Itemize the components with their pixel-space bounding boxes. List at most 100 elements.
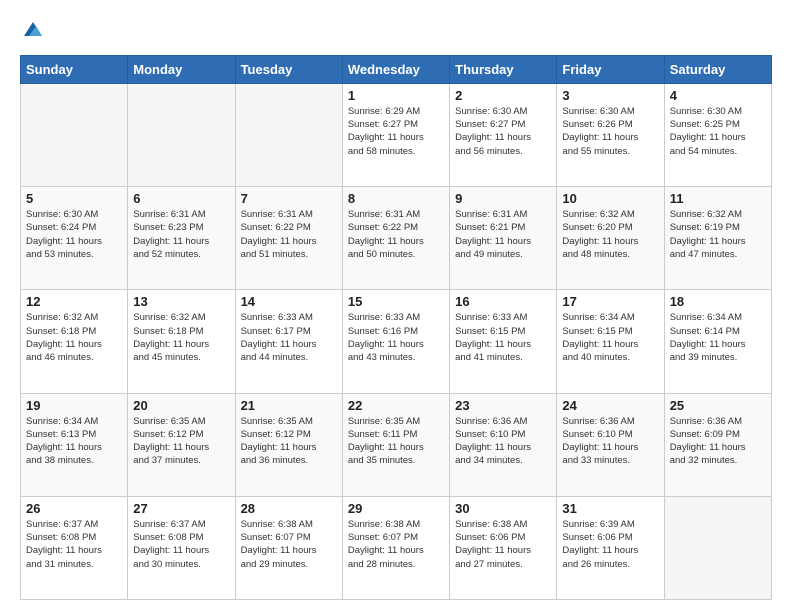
logo-icon [22, 18, 44, 40]
day-number: 11 [670, 191, 766, 206]
day-info: Sunrise: 6:37 AM Sunset: 6:08 PM Dayligh… [133, 518, 229, 571]
day-number: 3 [562, 88, 658, 103]
day-info: Sunrise: 6:38 AM Sunset: 6:07 PM Dayligh… [241, 518, 337, 571]
day-info: Sunrise: 6:30 AM Sunset: 6:25 PM Dayligh… [670, 105, 766, 158]
day-number: 23 [455, 398, 551, 413]
calendar-cell: 13 Sunrise: 6:32 AM Sunset: 6:18 PM Dayli… [128, 290, 235, 393]
calendar-cell: 14 Sunrise: 6:33 AM Sunset: 6:17 PM Dayli… [235, 290, 342, 393]
day-info: Sunrise: 6:39 AM Sunset: 6:06 PM Dayligh… [562, 518, 658, 571]
calendar-cell: 2 Sunrise: 6:30 AM Sunset: 6:27 PM Daylig… [450, 83, 557, 186]
calendar-cell [21, 83, 128, 186]
weekday-header-row: SundayMondayTuesdayWednesdayThursdayFrid… [21, 55, 772, 83]
day-info: Sunrise: 6:31 AM Sunset: 6:21 PM Dayligh… [455, 208, 551, 261]
day-info: Sunrise: 6:34 AM Sunset: 6:15 PM Dayligh… [562, 311, 658, 364]
day-number: 31 [562, 501, 658, 516]
day-info: Sunrise: 6:31 AM Sunset: 6:23 PM Dayligh… [133, 208, 229, 261]
day-info: Sunrise: 6:30 AM Sunset: 6:24 PM Dayligh… [26, 208, 122, 261]
day-number: 14 [241, 294, 337, 309]
calendar-cell: 30 Sunrise: 6:38 AM Sunset: 6:06 PM Dayli… [450, 496, 557, 599]
day-info: Sunrise: 6:30 AM Sunset: 6:26 PM Dayligh… [562, 105, 658, 158]
day-info: Sunrise: 6:32 AM Sunset: 6:18 PM Dayligh… [26, 311, 122, 364]
day-number: 12 [26, 294, 122, 309]
day-info: Sunrise: 6:35 AM Sunset: 6:12 PM Dayligh… [133, 415, 229, 468]
calendar-cell: 26Sunrise: 6:37 AM Sunset: 6:08 PM Dayli… [21, 496, 128, 599]
day-info: Sunrise: 6:29 AM Sunset: 6:27 PM Dayligh… [348, 105, 444, 158]
header [20, 18, 772, 45]
day-info: Sunrise: 6:33 AM Sunset: 6:16 PM Dayligh… [348, 311, 444, 364]
calendar-cell: 12 Sunrise: 6:32 AM Sunset: 6:18 PM Dayli… [21, 290, 128, 393]
logo [20, 18, 44, 45]
calendar-cell: 25 Sunrise: 6:36 AM Sunset: 6:09 PM Dayli… [664, 393, 771, 496]
calendar-cell: 28 Sunrise: 6:38 AM Sunset: 6:07 PM Dayli… [235, 496, 342, 599]
day-info: Sunrise: 6:38 AM Sunset: 6:07 PM Dayligh… [348, 518, 444, 571]
day-info: Sunrise: 6:34 AM Sunset: 6:14 PM Dayligh… [670, 311, 766, 364]
day-number: 17 [562, 294, 658, 309]
day-number: 4 [670, 88, 766, 103]
day-info: Sunrise: 6:36 AM Sunset: 6:10 PM Dayligh… [562, 415, 658, 468]
day-number: 10 [562, 191, 658, 206]
calendar-cell: 18 Sunrise: 6:34 AM Sunset: 6:14 PM Dayli… [664, 290, 771, 393]
weekday-header-wednesday: Wednesday [342, 55, 449, 83]
week-row-1: 1Sunrise: 6:29 AM Sunset: 6:27 PM Daylig… [21, 83, 772, 186]
day-number: 13 [133, 294, 229, 309]
day-info: Sunrise: 6:35 AM Sunset: 6:12 PM Dayligh… [241, 415, 337, 468]
day-number: 18 [670, 294, 766, 309]
day-info: Sunrise: 6:31 AM Sunset: 6:22 PM Dayligh… [348, 208, 444, 261]
calendar-cell: 29Sunrise: 6:38 AM Sunset: 6:07 PM Dayli… [342, 496, 449, 599]
day-number: 24 [562, 398, 658, 413]
calendar-cell: 16 Sunrise: 6:33 AM Sunset: 6:15 PM Dayli… [450, 290, 557, 393]
week-row-2: 5 Sunrise: 6:30 AM Sunset: 6:24 PM Daylig… [21, 187, 772, 290]
day-number: 25 [670, 398, 766, 413]
calendar-cell: 15 Sunrise: 6:33 AM Sunset: 6:16 PM Dayli… [342, 290, 449, 393]
calendar-cell: 5 Sunrise: 6:30 AM Sunset: 6:24 PM Daylig… [21, 187, 128, 290]
calendar-cell: 4 Sunrise: 6:30 AM Sunset: 6:25 PM Daylig… [664, 83, 771, 186]
page: SundayMondayTuesdayWednesdayThursdayFrid… [0, 0, 792, 612]
day-info: Sunrise: 6:31 AM Sunset: 6:22 PM Dayligh… [241, 208, 337, 261]
calendar-cell: 24 Sunrise: 6:36 AM Sunset: 6:10 PM Dayli… [557, 393, 664, 496]
calendar-table: SundayMondayTuesdayWednesdayThursdayFrid… [20, 55, 772, 600]
day-number: 30 [455, 501, 551, 516]
day-info: Sunrise: 6:36 AM Sunset: 6:09 PM Dayligh… [670, 415, 766, 468]
day-info: Sunrise: 6:33 AM Sunset: 6:17 PM Dayligh… [241, 311, 337, 364]
day-number: 6 [133, 191, 229, 206]
calendar-cell [235, 83, 342, 186]
day-number: 2 [455, 88, 551, 103]
calendar-cell: 22 Sunrise: 6:35 AM Sunset: 6:11 PM Dayli… [342, 393, 449, 496]
day-number: 20 [133, 398, 229, 413]
calendar-cell: 3 Sunrise: 6:30 AM Sunset: 6:26 PM Daylig… [557, 83, 664, 186]
day-info: Sunrise: 6:37 AM Sunset: 6:08 PM Dayligh… [26, 518, 122, 571]
calendar-cell: 21Sunrise: 6:35 AM Sunset: 6:12 PM Dayli… [235, 393, 342, 496]
weekday-header-thursday: Thursday [450, 55, 557, 83]
day-info: Sunrise: 6:32 AM Sunset: 6:18 PM Dayligh… [133, 311, 229, 364]
day-number: 28 [241, 501, 337, 516]
day-number: 27 [133, 501, 229, 516]
day-info: Sunrise: 6:35 AM Sunset: 6:11 PM Dayligh… [348, 415, 444, 468]
calendar-cell: 27 Sunrise: 6:37 AM Sunset: 6:08 PM Dayli… [128, 496, 235, 599]
weekday-header-tuesday: Tuesday [235, 55, 342, 83]
day-info: Sunrise: 6:32 AM Sunset: 6:19 PM Dayligh… [670, 208, 766, 261]
day-number: 8 [348, 191, 444, 206]
day-number: 7 [241, 191, 337, 206]
calendar-cell [128, 83, 235, 186]
weekday-header-friday: Friday [557, 55, 664, 83]
day-info: Sunrise: 6:34 AM Sunset: 6:13 PM Dayligh… [26, 415, 122, 468]
day-number: 5 [26, 191, 122, 206]
day-number: 15 [348, 294, 444, 309]
calendar-cell: 7 Sunrise: 6:31 AM Sunset: 6:22 PM Daylig… [235, 187, 342, 290]
day-number: 16 [455, 294, 551, 309]
day-info: Sunrise: 6:36 AM Sunset: 6:10 PM Dayligh… [455, 415, 551, 468]
week-row-4: 19 Sunrise: 6:34 AM Sunset: 6:13 PM Dayli… [21, 393, 772, 496]
day-info: Sunrise: 6:30 AM Sunset: 6:27 PM Dayligh… [455, 105, 551, 158]
week-row-3: 12 Sunrise: 6:32 AM Sunset: 6:18 PM Dayli… [21, 290, 772, 393]
week-row-5: 26Sunrise: 6:37 AM Sunset: 6:08 PM Dayli… [21, 496, 772, 599]
calendar-cell: 9Sunrise: 6:31 AM Sunset: 6:21 PM Daylig… [450, 187, 557, 290]
calendar-cell: 17 Sunrise: 6:34 AM Sunset: 6:15 PM Dayli… [557, 290, 664, 393]
calendar-cell: 6 Sunrise: 6:31 AM Sunset: 6:23 PM Daylig… [128, 187, 235, 290]
day-number: 19 [26, 398, 122, 413]
day-info: Sunrise: 6:38 AM Sunset: 6:06 PM Dayligh… [455, 518, 551, 571]
calendar-cell: 20 Sunrise: 6:35 AM Sunset: 6:12 PM Dayli… [128, 393, 235, 496]
calendar-cell [664, 496, 771, 599]
day-number: 22 [348, 398, 444, 413]
day-info: Sunrise: 6:33 AM Sunset: 6:15 PM Dayligh… [455, 311, 551, 364]
weekday-header-saturday: Saturday [664, 55, 771, 83]
